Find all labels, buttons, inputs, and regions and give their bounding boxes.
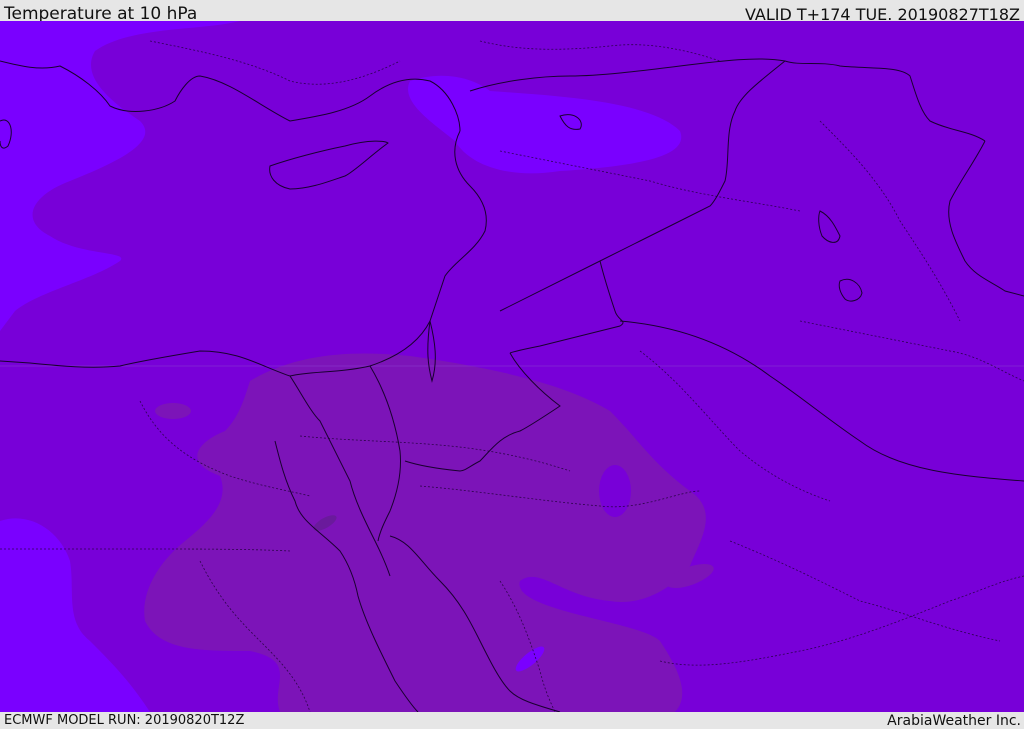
model-run-label: ECMWF MODEL RUN: 20190820T12Z <box>4 713 245 728</box>
footer-bar: ECMWF MODEL RUN: 20190820T12Z ArabiaWeat… <box>0 712 1024 729</box>
cool-hole <box>599 465 631 517</box>
credit-label: ArabiaWeather Inc. <box>887 713 1021 729</box>
warm-spot-west <box>155 403 191 419</box>
header-bar: Temperature at 10 hPa VALID T+174 TUE. 2… <box>0 0 1024 24</box>
temperature-map-svg <box>0 21 1024 712</box>
weather-map[interactable] <box>0 21 1024 712</box>
